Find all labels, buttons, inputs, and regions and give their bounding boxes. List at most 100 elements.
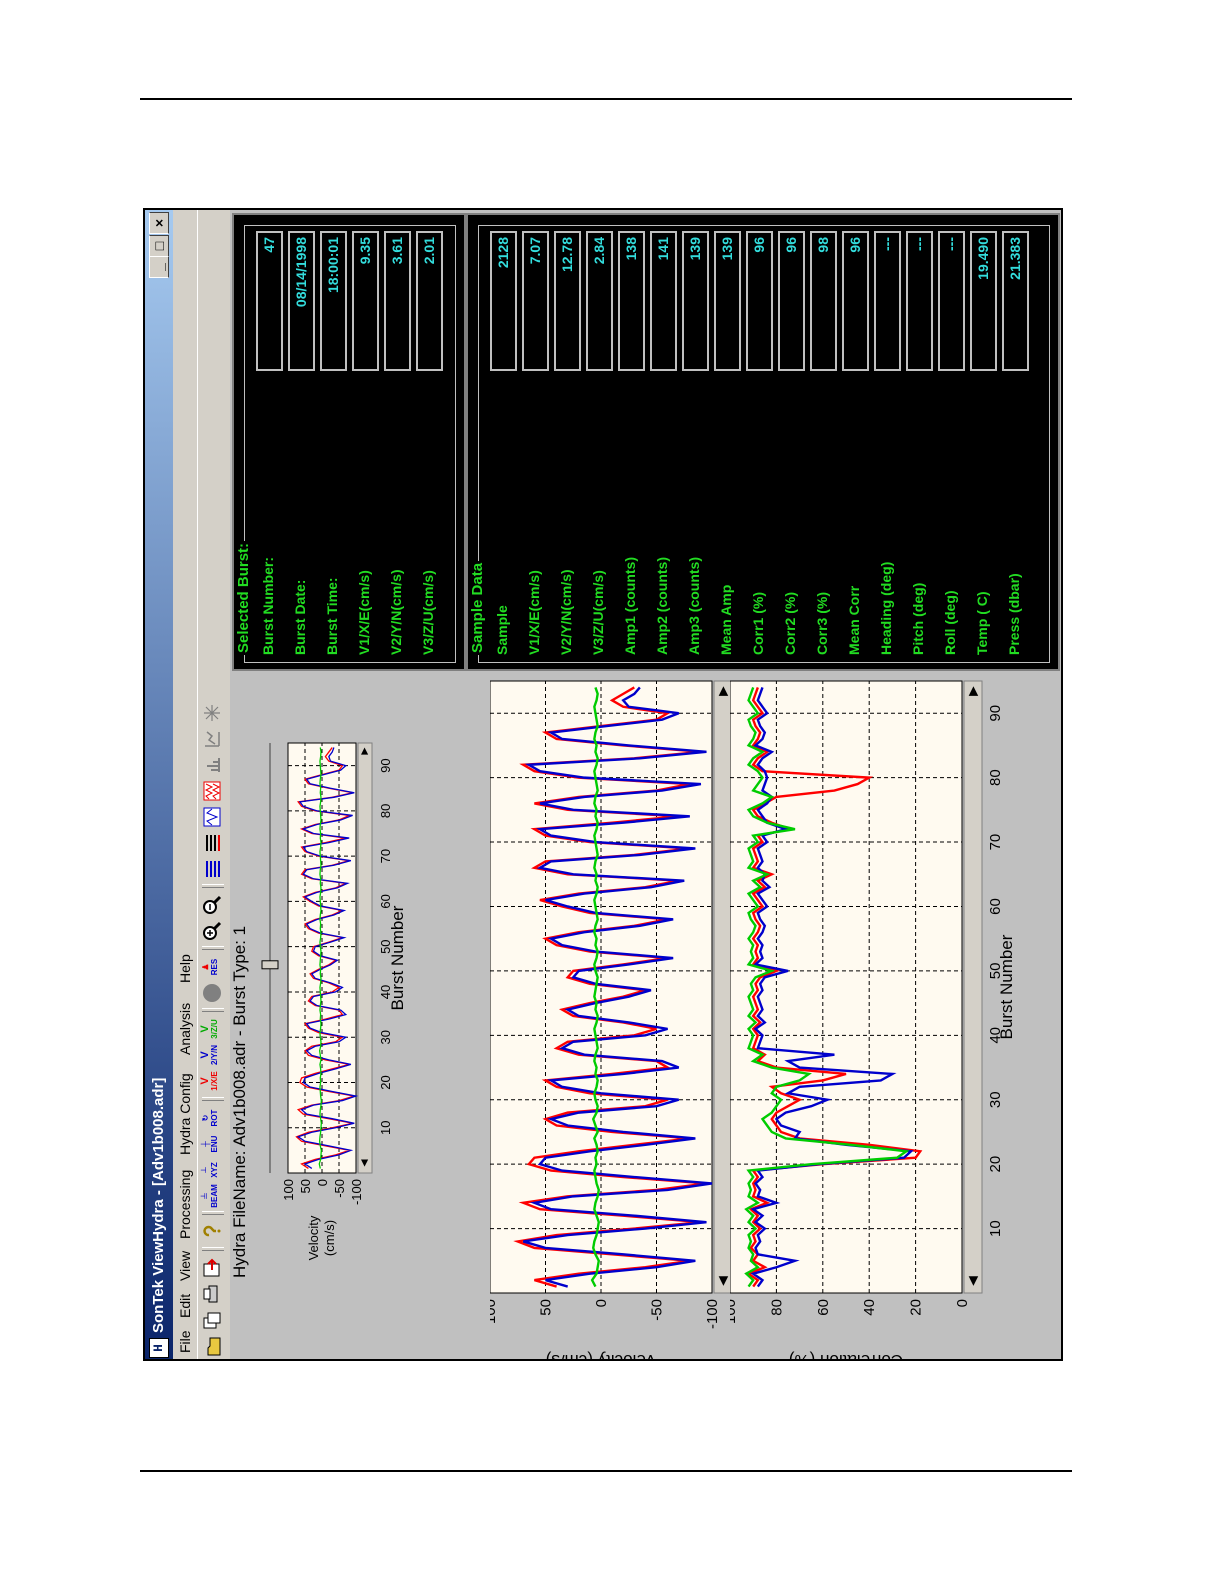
menu-help[interactable]: Help bbox=[177, 954, 193, 983]
print-icon[interactable] bbox=[201, 1282, 225, 1306]
sample-data-value: 19.490 bbox=[970, 231, 997, 371]
sample-data-label: V2/Y/N(cm/s) bbox=[558, 569, 574, 655]
y-tick-label: 40 bbox=[861, 1299, 878, 1316]
x-tick-label: 10 bbox=[378, 1121, 393, 1135]
v1-icon[interactable]: V 1/X/E bbox=[199, 1069, 225, 1093]
menu-file[interactable]: File bbox=[177, 1330, 193, 1353]
correlation-plot[interactable]: 100 80 60 40 20 0◄►102030405060708090Correlat… bbox=[730, 673, 1020, 1361]
selected-burst-label: V2/Y/N(cm/s) bbox=[388, 569, 404, 655]
sample-data-value: --- bbox=[874, 231, 901, 371]
sample-data-label: Temp ( C) bbox=[974, 591, 990, 655]
selected-burst-label: V1/X/E(cm/s) bbox=[356, 570, 372, 655]
y-tick-label: 80 bbox=[768, 1299, 785, 1316]
y-tick-label: 0 bbox=[593, 1299, 610, 1307]
sample-data-label: Mean Corr bbox=[846, 585, 862, 655]
x-tick-label: 20 bbox=[987, 1156, 1004, 1173]
selected-burst-label: Burst Date: bbox=[292, 579, 308, 655]
overview-x-label: Burst Number bbox=[388, 905, 407, 1010]
cross-icon[interactable] bbox=[201, 701, 225, 725]
selected-burst-label: V3/Z/U(cm/s) bbox=[420, 570, 436, 655]
menu-processing[interactable]: Processing bbox=[177, 1170, 193, 1239]
selected-burst-value: 08/14/1998 bbox=[288, 231, 315, 371]
slider-thumb bbox=[261, 960, 279, 970]
sample-data-value: 7.07 bbox=[522, 231, 549, 371]
y-tick-label: 60 bbox=[815, 1299, 832, 1316]
y-tick-label: 100 bbox=[490, 1299, 499, 1324]
spectrum-icon[interactable] bbox=[201, 779, 225, 803]
close-button[interactable]: × bbox=[149, 212, 169, 234]
x-tick-label: 70 bbox=[987, 834, 1004, 851]
file-info-label: Hydra FileName: Adv1b008.adr - Burst Typ… bbox=[230, 925, 249, 1278]
menu-hydra-config[interactable]: Hydra Config bbox=[177, 1073, 193, 1155]
series-icon[interactable] bbox=[201, 857, 225, 881]
sample-data-value: 96 bbox=[842, 231, 869, 371]
record-icon[interactable] bbox=[201, 981, 225, 1005]
sample-data-value: 138 bbox=[618, 231, 645, 371]
overview-y-unit: (cm/s) bbox=[322, 1220, 337, 1256]
sample-data-panel: Sample Data Sample 2128 V1/X/E(cm/s) 7.07 V2… bbox=[466, 213, 1060, 671]
rot-icon[interactable]: ↻ ROT bbox=[201, 1106, 225, 1130]
x-tick-label: 80 bbox=[987, 769, 1004, 786]
selected-burst-title: Selected Burst: bbox=[235, 540, 252, 655]
maximize-button[interactable]: □ bbox=[149, 235, 169, 257]
toolbar-separator bbox=[202, 1247, 224, 1251]
sample-data-value: 139 bbox=[682, 231, 709, 371]
sample-data-value: --- bbox=[906, 231, 933, 371]
scrollbar bbox=[963, 680, 983, 1294]
sample-data-label: Mean Amp bbox=[718, 584, 734, 655]
sample-data-label: Amp2 (counts) bbox=[654, 557, 670, 655]
sample-data-label: Pitch (deg) bbox=[910, 582, 926, 655]
x-tick-label: 80 bbox=[378, 804, 393, 818]
toolbar: ╧ BEAM ┴ XYZ ┼ ENU ↻ ROT V 1/X/E V 2/Y/N V 3/Z/… bbox=[197, 210, 231, 1359]
app-icon: H bbox=[149, 1338, 169, 1358]
sample-data-value: 141 bbox=[650, 231, 677, 371]
minimize-button[interactable]: _ bbox=[149, 256, 169, 278]
sample-data-label: Amp1 (counts) bbox=[622, 557, 638, 655]
title-bar: H SonTek ViewHydra - [Adv1b008.adr] _ □ … bbox=[145, 210, 173, 1359]
sample-data-label: V3/Z/U(cm/s) bbox=[590, 570, 606, 655]
menu-edit[interactable]: Edit bbox=[177, 1294, 193, 1318]
y-tick-label: 100 bbox=[730, 1299, 739, 1324]
res-icon[interactable]: ♟ RES bbox=[201, 955, 225, 979]
profile-icon[interactable] bbox=[201, 727, 225, 751]
zoom-out-icon[interactable] bbox=[201, 893, 225, 917]
y-tick-label: -50 bbox=[649, 1299, 666, 1321]
x-tick-label: 60 bbox=[987, 898, 1004, 915]
sample-data-label: Corr2 (%) bbox=[782, 591, 798, 655]
copy-icon[interactable] bbox=[201, 1308, 225, 1332]
rotated-window: H SonTek ViewHydra - [Adv1b008.adr] _ □ … bbox=[145, 210, 1061, 1361]
selected-burst-label: Burst Time: bbox=[324, 577, 340, 655]
stack-icon[interactable] bbox=[201, 831, 225, 855]
scroll-left-arrow: ◄ bbox=[965, 1273, 982, 1289]
export-icon[interactable] bbox=[201, 1256, 225, 1280]
wave-icon[interactable] bbox=[201, 805, 225, 829]
bar-icon[interactable] bbox=[201, 753, 225, 777]
menu-view[interactable]: View bbox=[177, 1251, 193, 1281]
overview-plot[interactable]: 100 50 0 -50 -100◄►102030405060708090Velocit… bbox=[258, 733, 428, 1293]
help-icon[interactable] bbox=[201, 1219, 225, 1243]
zoom-in-icon[interactable] bbox=[201, 919, 225, 943]
sample-data-label: Roll (deg) bbox=[942, 590, 958, 655]
sample-data-label: Heading (deg) bbox=[878, 561, 894, 655]
y-tick-label: -50 bbox=[332, 1179, 347, 1198]
sample-data-value: 96 bbox=[746, 231, 773, 371]
menu-bar: File Edit View Processing Hydra Config A… bbox=[173, 210, 197, 1359]
y-tick-label: 50 bbox=[538, 1299, 555, 1316]
xyz-icon[interactable]: ┴ XYZ bbox=[201, 1158, 225, 1182]
enu-icon[interactable]: ┼ ENU bbox=[201, 1132, 225, 1156]
velocity-plot[interactable]: 100 50 0 -50 -100◄►Velocity (cm/s) bbox=[490, 673, 740, 1361]
v3-icon[interactable]: V 3/Z/U bbox=[199, 1017, 225, 1041]
menu-analysis[interactable]: Analysis bbox=[177, 1003, 193, 1055]
sample-data-value: 96 bbox=[778, 231, 805, 371]
scrollbar bbox=[357, 742, 373, 1174]
open-icon[interactable] bbox=[201, 1334, 225, 1358]
v2-icon[interactable]: V 2/Y/N bbox=[199, 1043, 225, 1067]
sample-data-label: Sample bbox=[494, 605, 510, 655]
beam-icon[interactable]: ╧ BEAM bbox=[201, 1184, 225, 1208]
y-tick-label: -100 bbox=[704, 1299, 721, 1329]
sample-data-value: 2128 bbox=[490, 231, 517, 371]
selected-burst-value: 47 bbox=[256, 231, 283, 371]
y-tick-label: 20 bbox=[908, 1299, 925, 1316]
x-tick-label: 10 bbox=[987, 1220, 1004, 1237]
page-top-rule bbox=[140, 98, 1072, 100]
